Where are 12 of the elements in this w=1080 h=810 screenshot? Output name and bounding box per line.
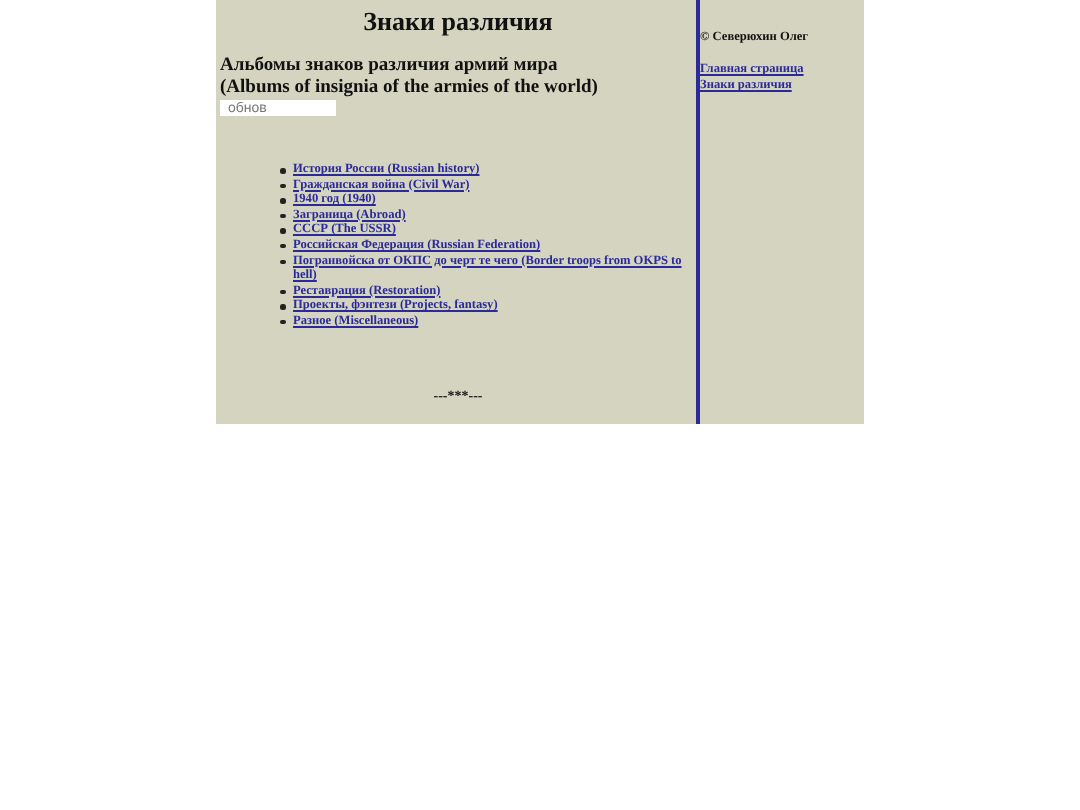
- bullet-icon: [280, 259, 285, 265]
- page-title: Знаки различия: [361, 6, 555, 38]
- page-subtitle: Альбомы знаков различия армий мира (Albums of insignia of the armies of the world): [220, 56, 600, 100]
- bullet-icon: [280, 319, 285, 325]
- bullet-icon: [280, 168, 285, 173]
- bullet-icon: [280, 304, 285, 310]
- bullet-icon: [280, 243, 285, 249]
- bullet-icon: [280, 228, 285, 234]
- bullet-icon: [280, 198, 285, 204]
- bullet-icon: [280, 183, 285, 189]
- bullet-icon: [280, 289, 285, 295]
- bullet-icon: [280, 213, 285, 219]
